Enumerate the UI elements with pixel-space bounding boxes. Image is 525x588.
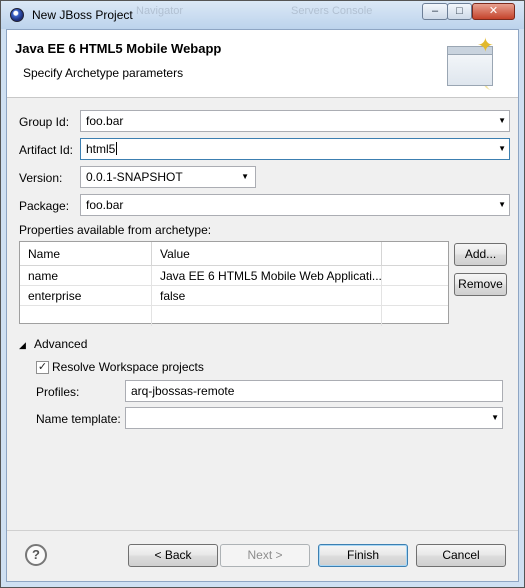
sparkle-icon: ✦: [477, 35, 494, 57]
artifact-id-dropdown-arrow-icon[interactable]: ▼: [498, 139, 506, 159]
profiles-label: Profiles:: [36, 385, 80, 399]
help-icon[interactable]: ?: [25, 544, 47, 566]
properties-label: Properties available from archetype:: [19, 223, 212, 237]
eclipse-icon: [10, 8, 24, 22]
cell-filler: [382, 286, 448, 306]
package-dropdown-arrow-icon[interactable]: ▼: [498, 195, 506, 215]
name-template-combo[interactable]: ▼: [125, 407, 503, 429]
wizard-banner: Java EE 6 HTML5 Mobile Webapp Specify Ar…: [7, 30, 518, 98]
cell-name: name: [20, 266, 152, 286]
resolve-workspace-checkbox[interactable]: ✓: [36, 361, 49, 374]
title-bar[interactable]: New JBoss Project Navigator Servers Cons…: [1, 1, 524, 29]
artifact-id-combo[interactable]: html5 ▼: [80, 138, 510, 160]
properties-table[interactable]: Name Value name Java EE 6 HTML5 Mobile W…: [19, 241, 449, 326]
name-template-label: Name template:: [36, 412, 121, 426]
group-id-dropdown-arrow-icon[interactable]: ▼: [498, 111, 506, 131]
cell-name: enterprise: [20, 286, 152, 306]
cancel-button[interactable]: Cancel: [416, 544, 506, 567]
banner-description: Specify Archetype parameters: [23, 66, 184, 80]
background-title-navigator: Navigator: [136, 5, 184, 17]
group-id-combo[interactable]: foo.bar ▼: [80, 110, 510, 132]
background-title-servers: Servers Console: [291, 5, 373, 17]
version-label: Version:: [19, 171, 63, 185]
finish-button[interactable]: Finish: [318, 544, 408, 567]
minimize-button[interactable]: –: [422, 3, 448, 20]
window-title: New JBoss Project: [32, 8, 133, 22]
version-dropdown-arrow-icon[interactable]: ▼: [241, 167, 249, 187]
table-header: Name Value: [20, 242, 448, 266]
table-row[interactable]: enterprise false: [20, 286, 448, 306]
table-row[interactable]: name Java EE 6 HTML5 Mobile Web Applicat…: [20, 266, 448, 286]
back-button[interactable]: < Back: [128, 544, 218, 567]
next-button[interactable]: Next >: [220, 544, 310, 567]
button-bar-separator: [7, 530, 518, 531]
package-label: Package:: [19, 199, 70, 213]
remove-property-button[interactable]: Remove: [454, 273, 507, 296]
profiles-input[interactable]: arq-jbossas-remote: [125, 380, 503, 402]
column-header-name[interactable]: Name: [20, 242, 152, 266]
column-header-filler: [382, 242, 448, 266]
table-row-empty: [20, 306, 448, 326]
expand-twisty-icon[interactable]: ◢: [19, 339, 26, 351]
version-select[interactable]: 0.0.1-SNAPSHOT ▼: [80, 166, 256, 188]
dialog-content: Java EE 6 HTML5 Mobile Webapp Specify Ar…: [6, 29, 519, 582]
advanced-section-toggle[interactable]: Advanced: [34, 337, 87, 351]
cell-value: Java EE 6 HTML5 Mobile Web Applicati...: [152, 266, 382, 286]
resolve-workspace-label[interactable]: Resolve Workspace projects: [52, 360, 204, 374]
package-combo[interactable]: foo.bar ▼: [80, 194, 510, 216]
maximize-button[interactable]: □: [447, 3, 472, 20]
group-id-label: Group Id:: [19, 115, 70, 129]
name-template-dropdown-arrow-icon[interactable]: ▼: [491, 408, 499, 428]
column-header-value[interactable]: Value: [152, 242, 382, 266]
add-property-button[interactable]: Add...: [454, 243, 507, 266]
close-button[interactable]: ✕: [472, 3, 515, 20]
cell-value: false: [152, 286, 382, 306]
banner-title: Java EE 6 HTML5 Mobile Webapp: [15, 41, 222, 56]
text-cursor: [116, 142, 118, 155]
dialog-window: New JBoss Project Navigator Servers Cons…: [0, 0, 525, 588]
cell-filler: [382, 266, 448, 286]
artifact-id-label: Artifact Id:: [19, 143, 74, 157]
